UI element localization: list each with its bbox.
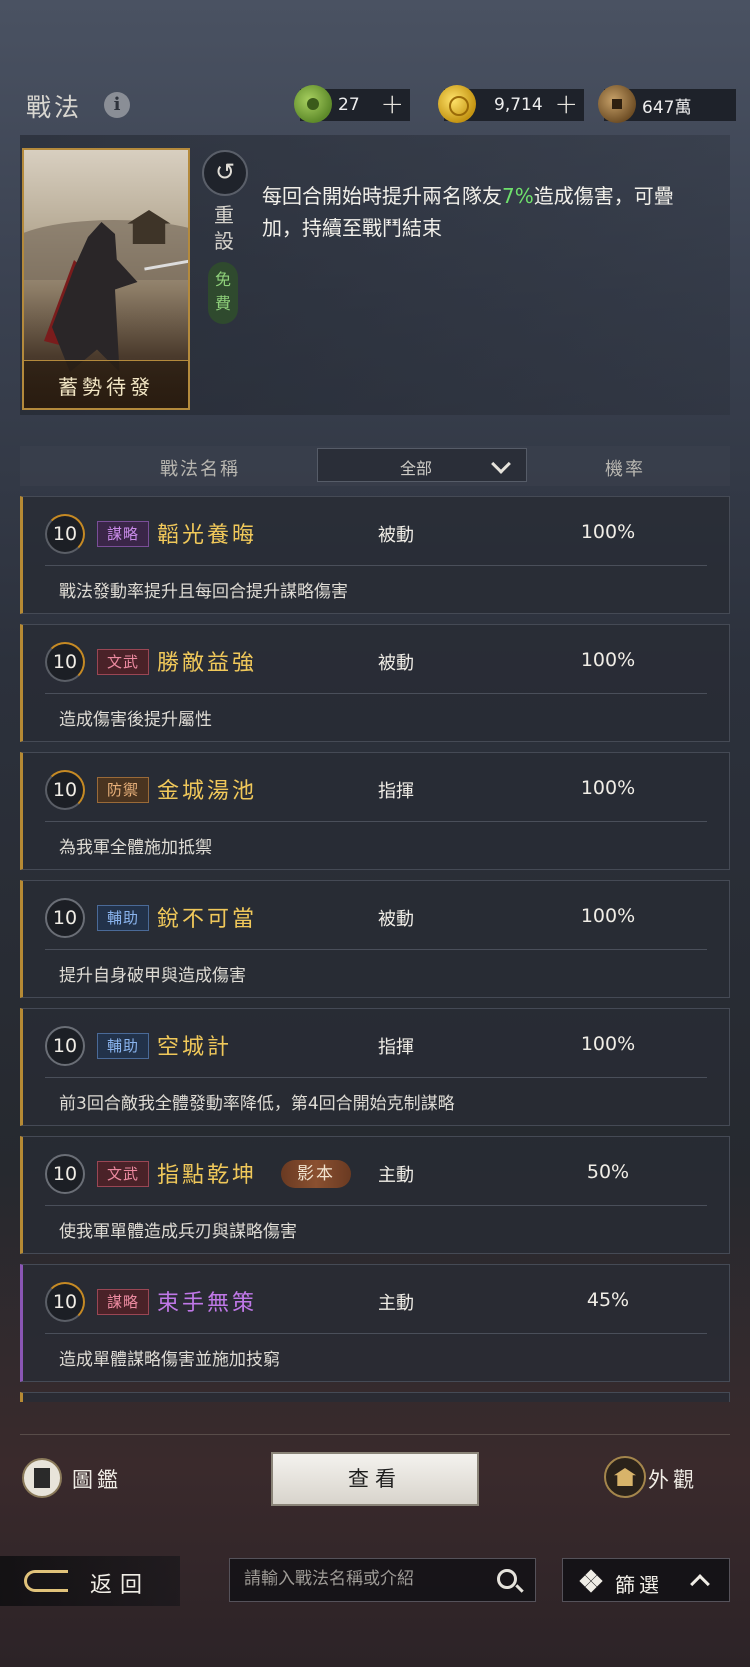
skill-type: 被動 [378,525,414,546]
skill-row[interactable]: 10 輔助 空城計 指揮 100% 前3回合敵我全體發動率降低，第4回合開始克制… [20,1008,730,1126]
skill-rate: 100% [580,905,636,927]
category-filter-dropdown[interactable]: 全部 [317,448,527,482]
jade-amount: 27 [338,95,360,115]
skill-type: 被動 [378,909,414,930]
filter-label: 篩選 [615,1573,663,1597]
skill-category-tag: 謀略 [97,1289,149,1315]
resource-gold: 9,714 + [438,85,584,123]
skill-card-art[interactable]: 蓄勢待發 [22,148,190,410]
skill-description: 造成傷害後提升屬性 [59,710,212,730]
album-icon[interactable] [22,1458,62,1498]
add-gold-button[interactable]: + [555,87,578,120]
resource-jade: 27 + [294,85,410,123]
chevron-up-icon [690,1574,710,1594]
gold-amount: 9,714 [494,95,543,115]
skill-rate: 45% [586,1289,630,1311]
skill-row[interactable]: 10 文武 勝敵益強 被動 100% 造成傷害後提升屬性 [20,624,730,742]
skill-description: 造成單體謀略傷害並施加技窮 [59,1350,280,1370]
column-skill-name: 戰法名稱 [160,459,240,480]
featured-skill-description: 每回合開始時提升兩名隊友7%造成傷害，可疊加，持續至戰鬥結束 [262,184,674,240]
reset-icon[interactable]: ↺ [202,150,248,196]
copy-badge: 影本 [281,1160,351,1188]
skill-level: 10 [45,1154,85,1194]
skill-type: 指揮 [378,781,414,802]
skill-row[interactable]: 10 防禦 金城湯池 指揮 100% 為我軍全體施加抵禦 [20,752,730,870]
skill-type: 主動 [378,1293,414,1314]
skill-level: 10 [45,514,85,554]
skill-name: 束手無策 [157,1291,258,1316]
skill-type: 被動 [378,653,414,674]
skill-rate: 100% [580,649,636,671]
filter-button[interactable]: 篩選 [562,1558,730,1602]
skill-name: 指點乾坤 [157,1163,258,1188]
skill-description: 為我軍全體施加抵禦 [59,838,212,858]
view-button[interactable]: 查看 [271,1452,479,1506]
copper-coin-icon [598,85,636,123]
skill-rate: 100% [580,521,636,543]
skill-description: 使我軍單體造成兵刃與謀略傷害 [59,1222,297,1242]
skill-level: 10 [45,642,85,682]
skill-category-tag: 謀略 [97,521,149,547]
dropdown-selected-value: 全部 [400,459,433,478]
skill-row[interactable]: 10 謀略 韜光養晦 被動 100% 戰法發動率提升且每回合提升謀略傷害 [20,496,730,614]
skill-category-tag: 文武 [97,649,149,675]
skill-level: 10 [45,1026,85,1066]
appearance-button[interactable]: 外觀 [648,1464,698,1494]
search-box[interactable] [229,1558,536,1602]
free-badge: 免費 [208,262,238,324]
search-icon[interactable] [497,1569,517,1589]
highlight-value: 7% [502,184,534,208]
list-column-header: 戰法名稱 全部 機率 [20,446,730,486]
skill-name: 銳不可當 [157,907,258,932]
reset-button[interactable]: 重設 [212,202,236,254]
skill-row[interactable]: 10 輔助 銳不可當 被動 100% 提升自身破甲與造成傷害 [20,880,730,998]
skill-row[interactable]: 10 文武 指點乾坤 影本 主動 50% 使我軍單體造成兵刃與謀略傷害 [20,1136,730,1254]
divider [20,1434,730,1435]
skill-row[interactable]: 10 謀略 束手無策 主動 45% 造成單體謀略傷害並施加技窮 [20,1264,730,1382]
appearance-icon[interactable] [604,1456,646,1498]
resource-copper: 647萬 [598,85,736,123]
skill-category-tag: 防禦 [97,777,149,803]
back-arrow-icon [24,1570,68,1592]
skill-rate: 50% [586,1161,630,1183]
skill-row-partial[interactable] [20,1392,730,1402]
skill-level: 10 [45,1282,85,1322]
skill-name: 韜光養晦 [157,523,258,548]
skill-type: 主動 [378,1165,414,1186]
skill-card-name: 蓄勢待發 [58,375,154,399]
jade-icon [294,85,332,123]
back-button[interactable]: 返回 [0,1556,180,1606]
skill-name: 勝敵益強 [157,651,258,676]
filter-icon [579,1569,603,1593]
skill-description: 戰法發動率提升且每回合提升謀略傷害 [59,582,348,602]
skill-list[interactable]: 10 謀略 韜光養晦 被動 100% 戰法發動率提升且每回合提升謀略傷害 10 … [20,496,730,1402]
column-rate: 機率 [605,459,645,480]
skill-description: 前3回合敵我全體發動率降低，第4回合開始克制謀略 [59,1094,455,1114]
skill-type: 指揮 [378,1037,414,1058]
skill-rate: 100% [580,1033,636,1055]
chevron-down-icon [491,454,511,474]
skill-category-tag: 文武 [97,1161,149,1187]
copper-amount: 647萬 [642,97,692,118]
gold-ingot-icon [438,85,476,123]
skill-description: 提升自身破甲與造成傷害 [59,966,246,986]
info-icon[interactable]: i [104,92,130,118]
skill-name: 空城計 [157,1035,233,1060]
page-title: 戰法 [26,93,83,122]
add-jade-button[interactable]: + [381,87,404,120]
skill-name: 金城湯池 [157,779,258,804]
skill-level: 10 [45,898,85,938]
search-input[interactable] [244,1569,484,1589]
album-button[interactable]: 圖鑑 [72,1464,122,1494]
skill-level: 10 [45,770,85,810]
skill-category-tag: 輔助 [97,905,149,931]
skill-category-tag: 輔助 [97,1033,149,1059]
back-label: 返回 [90,1573,151,1598]
skill-rate: 100% [580,777,636,799]
